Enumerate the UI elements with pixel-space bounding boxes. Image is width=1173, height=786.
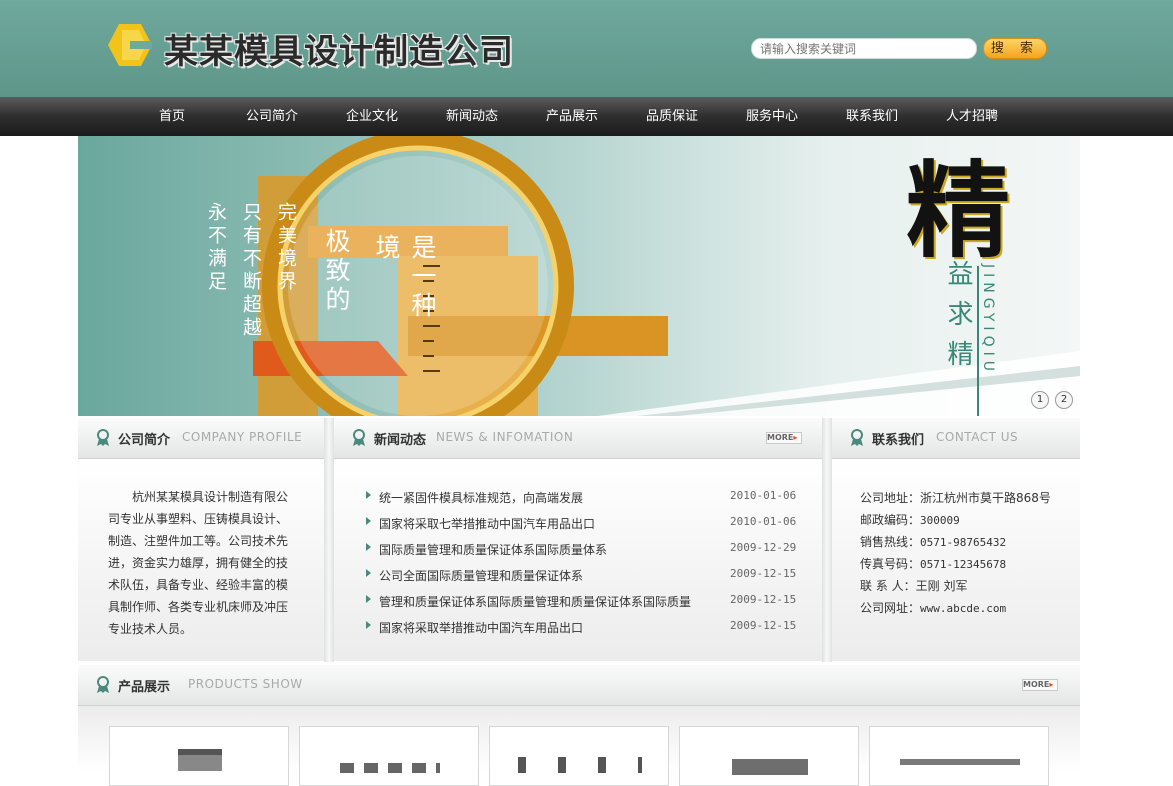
arrow-right-icon: ▸ bbox=[793, 433, 798, 442]
contact-address: 公司地址：浙江杭州市莫干路868号 bbox=[860, 489, 1051, 506]
contact-value: 王刚 刘军 bbox=[915, 579, 968, 593]
ribbon-badge-icon bbox=[353, 429, 365, 446]
banner-pager-2[interactable]: 2 bbox=[1055, 391, 1073, 409]
contact-website-link[interactable]: www.abcde.com bbox=[920, 602, 1006, 615]
news-item-date: 2010-01-06 bbox=[730, 489, 797, 502]
product-thumbnail bbox=[900, 759, 1020, 765]
contact-sales-hotline: 销售热线：0571-98765432 bbox=[860, 533, 1006, 550]
news-item-date: 2009-12-15 bbox=[730, 619, 797, 632]
more-label: MORE bbox=[767, 433, 794, 442]
product-card[interactable] bbox=[109, 726, 289, 786]
contact-value: 300009 bbox=[920, 514, 960, 527]
nav-item-home[interactable]: 首页 bbox=[122, 97, 222, 136]
bullet-triangle-icon bbox=[366, 543, 371, 551]
product-card[interactable] bbox=[299, 726, 479, 786]
contact-person: 联 系 人：王刚 刘军 bbox=[860, 577, 967, 594]
column-divider bbox=[822, 418, 832, 662]
contact-section-title: 联系我们 bbox=[872, 433, 925, 448]
product-card[interactable] bbox=[679, 726, 859, 786]
product-thumbnail bbox=[518, 757, 642, 773]
contact-postcode: 邮政编码：300009 bbox=[860, 511, 960, 528]
product-card[interactable] bbox=[869, 726, 1049, 786]
banner-slogan-2: 只有不断超越 bbox=[240, 202, 262, 340]
arrow-right-icon: ▸ bbox=[1049, 680, 1054, 689]
search-button[interactable]: 搜 索 bbox=[983, 38, 1047, 59]
contact-label: 公司地址： bbox=[860, 491, 921, 505]
news-item-title[interactable]: 管理和质量保证体系国际质量管理和质量保证体系国际质量 bbox=[379, 593, 691, 610]
nav-item-products[interactable]: 产品展示 bbox=[522, 97, 622, 136]
nav-item-quality[interactable]: 品质保证 bbox=[622, 97, 722, 136]
news-item-date: 2009-12-15 bbox=[730, 593, 797, 606]
banner-slogan-3: 完美境界 bbox=[275, 202, 297, 294]
news-more-button[interactable]: MORE▸ bbox=[766, 432, 802, 444]
nav-item-about[interactable]: 公司简介 bbox=[222, 97, 322, 136]
profile-section-header: 公司简介 COMPANY PROFILE bbox=[78, 418, 324, 459]
column-divider bbox=[324, 418, 334, 662]
ribbon-badge-icon bbox=[851, 429, 863, 446]
contact-section-subtitle: CONTACT US bbox=[936, 430, 1019, 444]
product-thumbnail bbox=[732, 759, 808, 775]
news-item-date: 2009-12-29 bbox=[730, 541, 797, 554]
product-thumbnail bbox=[178, 749, 222, 771]
news-item-date: 2009-12-15 bbox=[730, 567, 797, 580]
main-nav: 首页 公司简介 企业文化 新闻动态 产品展示 品质保证 服务中心 联系我们 人才… bbox=[0, 97, 1173, 136]
nav-item-service[interactable]: 服务中心 bbox=[722, 97, 822, 136]
contact-label: 邮政编码： bbox=[860, 513, 921, 527]
contact-label: 传真号码： bbox=[860, 557, 921, 571]
products-section-subtitle: PRODUCTS SHOW bbox=[188, 677, 303, 691]
contact-value: 浙江杭州市莫干路868号 bbox=[920, 491, 1051, 505]
banner-slogan-5: 是一种境 bbox=[372, 234, 437, 321]
banner-slogan-1: 永不满足 bbox=[205, 202, 227, 294]
company-profile-text: 杭州某某模具设计制造有限公司专业从事塑料、压铸模具设计、制造、注塑件加工等。公司… bbox=[108, 490, 289, 636]
contact-label: 销售热线： bbox=[860, 535, 921, 549]
news-section-subtitle: NEWS & INFOMATION bbox=[436, 430, 574, 444]
more-label: MORE bbox=[1023, 680, 1050, 689]
ribbon-badge-icon bbox=[97, 676, 109, 693]
bullet-triangle-icon bbox=[366, 569, 371, 577]
contact-label: 联 系 人： bbox=[860, 579, 916, 593]
nav-item-jobs[interactable]: 人才招聘 bbox=[922, 97, 1022, 136]
banner-slogan-4: 极致的 bbox=[322, 228, 351, 315]
bullet-triangle-icon bbox=[366, 491, 371, 499]
site-header: 某某模具设计制造公司 搜 索 bbox=[0, 0, 1173, 97]
contact-section-header: 联系我们 CONTACT US bbox=[832, 418, 1080, 459]
profile-section-title: 公司简介 bbox=[118, 433, 171, 448]
bullet-triangle-icon bbox=[366, 595, 371, 603]
nav-item-news[interactable]: 新闻动态 bbox=[422, 97, 522, 136]
profile-section-subtitle: COMPANY PROFILE bbox=[182, 430, 303, 444]
products-more-button[interactable]: MORE▸ bbox=[1022, 679, 1058, 691]
contact-value: 0571-98765432 bbox=[920, 536, 1007, 549]
contact-fax: 传真号码：0571-12345678 bbox=[860, 555, 1006, 572]
news-item-title[interactable]: 国家将采取七举措推动中国汽车用品出口 bbox=[379, 515, 595, 532]
news-item-title[interactable]: 公司全面国际质量管理和质量保证体系 bbox=[379, 567, 583, 584]
bullet-triangle-icon bbox=[366, 621, 371, 629]
products-section-title: 产品展示 bbox=[118, 680, 171, 695]
banner-slogan-6: 益求精 bbox=[943, 260, 973, 380]
bullet-triangle-icon bbox=[366, 517, 371, 525]
company-logo-icon bbox=[108, 24, 152, 66]
banner-pager-1[interactable]: 1 bbox=[1031, 391, 1049, 409]
nav-item-contact[interactable]: 联系我们 bbox=[822, 97, 922, 136]
news-item-title[interactable]: 国家将采取举措推动中国汽车用品出口 bbox=[379, 619, 583, 636]
search-input[interactable] bbox=[751, 38, 977, 59]
contact-value: 0571-12345678 bbox=[920, 558, 1007, 571]
site-title: 某某模具设计制造公司 bbox=[164, 32, 514, 72]
hero-banner[interactable]: 永不满足 只有不断超越 完美境界 极致的 是一种境 精 益求精 JINGYIQI… bbox=[78, 136, 1080, 416]
news-item-title[interactable]: 国际质量管理和质量保证体系国际质量体系 bbox=[379, 541, 607, 558]
news-section-title: 新闻动态 bbox=[374, 433, 427, 448]
contact-website: 公司网址：www.abcde.com bbox=[860, 599, 1006, 616]
news-item-title[interactable]: 统一紧固件模具标准规范，向高端发展 bbox=[379, 489, 583, 506]
ribbon-badge-icon bbox=[97, 429, 109, 446]
banner-calligraphy-char: 精 bbox=[906, 149, 1011, 272]
products-section-header: 产品展示 PRODUCTS SHOW MORE▸ bbox=[78, 665, 1080, 706]
news-item-date: 2010-01-06 bbox=[730, 515, 797, 528]
nav-item-culture[interactable]: 企业文化 bbox=[322, 97, 422, 136]
product-card[interactable] bbox=[489, 726, 669, 786]
banner-pinyin: JINGYIQIU bbox=[980, 264, 996, 376]
contact-label: 公司网址： bbox=[860, 601, 921, 615]
news-section-header: 新闻动态 NEWS & INFOMATION MORE▸ bbox=[334, 418, 822, 459]
